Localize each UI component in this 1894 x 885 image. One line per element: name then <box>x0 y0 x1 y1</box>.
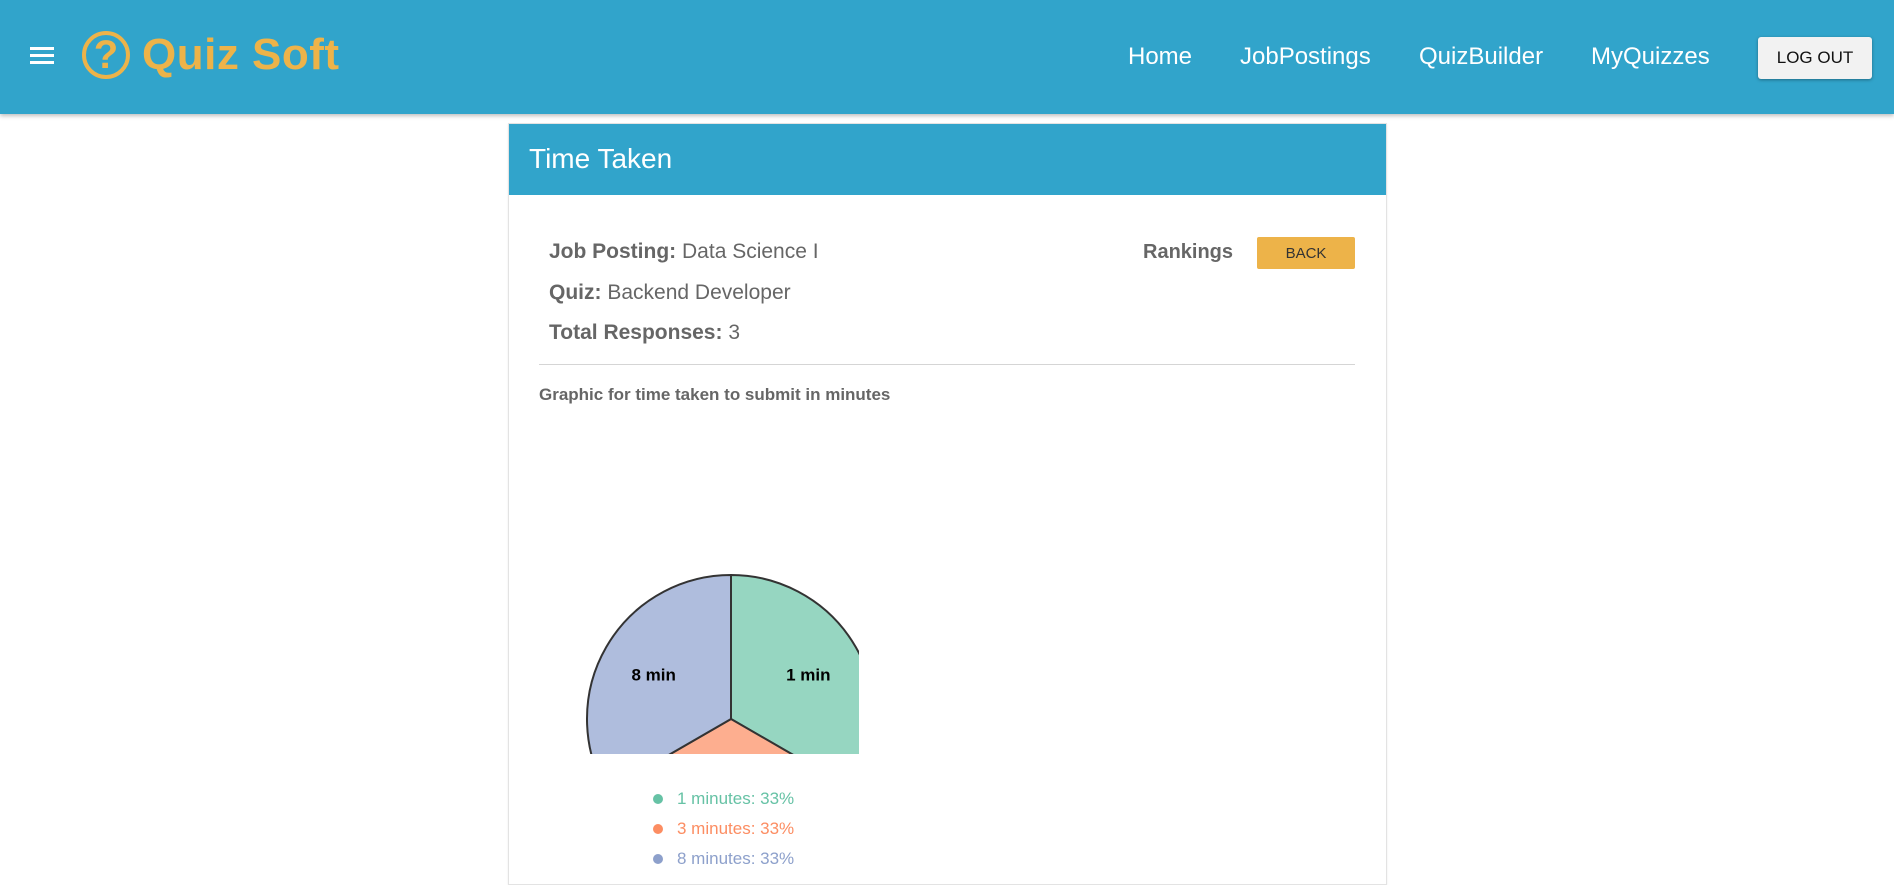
job-posting-value: Data Science I <box>682 240 819 263</box>
card-title: Time Taken <box>529 143 673 174</box>
app-name: Quiz Soft <box>142 30 340 79</box>
divider <box>539 364 1355 365</box>
legend-label-1: 3 minutes: 33% <box>677 819 795 838</box>
nav-item-home[interactable]: Home <box>1128 0 1192 114</box>
legend-item-1: 3 minutes: 33% <box>653 814 794 844</box>
job-posting-label: Job Posting: <box>549 240 677 263</box>
back-button[interactable]: BACK <box>1257 237 1355 269</box>
app-logo[interactable]: ? Quiz Soft <box>82 30 340 80</box>
pie-slice-label-2: 8 min <box>631 665 675 684</box>
legend-item-2: 8 minutes: 33% <box>653 844 794 874</box>
nav-link-myquizzes[interactable]: MyQuizzes <box>1591 43 1710 71</box>
quiz-value: Backend Developer <box>607 281 791 304</box>
quiz-label: Quiz: <box>549 281 602 304</box>
nav-item-jobpostings[interactable]: JobPostings <box>1240 0 1371 114</box>
pie-slice-label-0: 1 min <box>786 665 830 684</box>
total-responses-label: Total Responses: <box>549 321 723 344</box>
quiz-line: Quiz: Backend Developer <box>549 281 791 305</box>
total-responses-value: 3 <box>728 321 741 344</box>
chart-legend: 1 minutes: 33% 3 minutes: 33% 8 minutes: 3… <box>653 784 794 874</box>
nav-link-home[interactable]: Home <box>1128 43 1192 71</box>
legend-dot-0 <box>653 794 663 804</box>
hamburger-menu-icon[interactable] <box>30 47 54 67</box>
nav-item-quizbuilder[interactable]: QuizBuilder <box>1419 0 1543 114</box>
legend-dot-2 <box>653 854 663 864</box>
rankings-link[interactable]: Rankings <box>1143 241 1233 264</box>
legend-item-0: 1 minutes: 33% <box>653 784 794 814</box>
legend-dot-1 <box>653 824 663 834</box>
legend-label-2: 8 minutes: 33% <box>677 849 795 868</box>
total-responses-line: Total Responses: 3 <box>549 321 740 345</box>
nav-link-jobpostings[interactable]: JobPostings <box>1240 43 1371 71</box>
card-header: Time Taken <box>509 124 1386 195</box>
time-taken-card: Time Taken Job Posting: Data Science I Q… <box>508 123 1387 885</box>
nav-link-quizbuilder[interactable]: QuizBuilder <box>1419 43 1543 71</box>
logout-button[interactable]: LOG OUT <box>1758 37 1872 79</box>
legend-label-0: 1 minutes: 33% <box>677 789 795 808</box>
chart-caption: Graphic for time taken to submit in minu… <box>539 385 891 404</box>
job-posting-line: Job Posting: Data Science I <box>549 240 819 264</box>
nav-item-myquizzes[interactable]: MyQuizzes <box>1591 0 1710 114</box>
time-taken-pie-chart: 1 min3 min8 min <box>586 573 859 754</box>
question-mark-icon: ? <box>82 31 130 79</box>
top-app-bar: ? Quiz Soft Home JobPostings QuizBuilder… <box>0 0 1894 114</box>
